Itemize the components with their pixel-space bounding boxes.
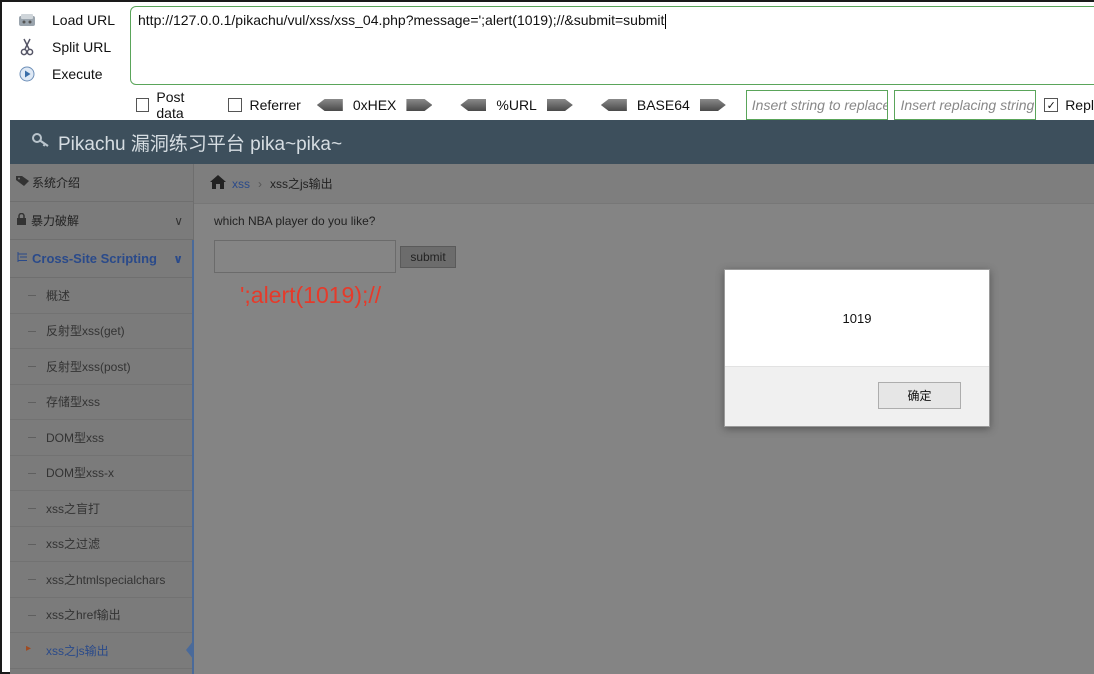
sidebar-subitem[interactable]: DOM型xss bbox=[10, 420, 193, 456]
hex-encoder: 0xHEX bbox=[316, 97, 433, 113]
sidebar-subitem[interactable]: xss之htmlspecialchars bbox=[10, 562, 193, 598]
list-tree-icon bbox=[16, 251, 28, 266]
hex-encode-arrow-icon[interactable] bbox=[406, 99, 433, 111]
sidebar-subitem[interactable]: 反射型xss(get) bbox=[10, 314, 193, 349]
url-enc-label: %URL bbox=[496, 97, 537, 113]
split-url-button[interactable]: Split URL bbox=[16, 33, 126, 60]
alert-dialog: 1019 确定 bbox=[724, 269, 990, 427]
replace-label: Repl bbox=[1065, 97, 1094, 113]
url-textarea[interactable]: http://127.0.0.1/pikachu/vul/xss/xss_04.… bbox=[130, 6, 1094, 85]
url-encode-arrow-icon[interactable] bbox=[546, 99, 573, 111]
post-data-label: Post data bbox=[156, 89, 185, 121]
base64-label: BASE64 bbox=[636, 97, 690, 113]
insert-string-input[interactable]: Insert string to replace bbox=[745, 90, 889, 120]
insert-string-placeholder: Insert string to replace bbox=[751, 97, 889, 113]
sidebar-item-bruteforce[interactable]: 暴力破解 ∨ bbox=[10, 202, 193, 240]
sidebar-item-xss[interactable]: Cross-Site Scripting ∨ bbox=[10, 240, 193, 278]
sidebar-subitem[interactable]: xss之href输出 bbox=[10, 598, 193, 633]
sidebar: 系统介绍 暴力破解 ∨ Cross-Site Scripting ∨ 概述 反射… bbox=[10, 164, 194, 674]
home-icon[interactable] bbox=[210, 175, 226, 192]
sidebar-subitem[interactable]: xss之过滤 bbox=[10, 527, 193, 562]
sidebar-subitem-active[interactable]: xss之js输出 bbox=[10, 633, 193, 669]
replace-checkbox[interactable]: ✓ bbox=[1044, 98, 1059, 112]
chevron-down-icon: ∨ bbox=[174, 214, 183, 228]
referrer-checkbox[interactable] bbox=[228, 98, 243, 112]
load-url-icon bbox=[16, 11, 38, 29]
tag-icon bbox=[16, 175, 30, 190]
xss-submenu: 概述 反射型xss(get) 反射型xss(post) 存储型xss DOM型x… bbox=[10, 278, 193, 669]
breadcrumb-separator: › bbox=[258, 176, 262, 191]
text-caret bbox=[665, 13, 667, 29]
scissors-icon bbox=[16, 38, 38, 56]
url-value: http://127.0.0.1/pikachu/vul/xss/xss_04.… bbox=[138, 12, 665, 28]
hackbar-actions: Load URL Split URL Execute bbox=[16, 6, 126, 87]
load-url-button[interactable]: Load URL bbox=[16, 6, 126, 33]
hex-decode-arrow-icon[interactable] bbox=[316, 99, 343, 111]
app-title[interactable]: Pikachu 漏洞练习平台 pika~pika~ bbox=[58, 129, 342, 156]
sidebar-item-label: Cross-Site Scripting bbox=[32, 251, 157, 266]
message-input[interactable] bbox=[214, 240, 396, 273]
base64-encode-arrow-icon[interactable] bbox=[699, 99, 726, 111]
alert-message: 1019 bbox=[842, 310, 872, 326]
sidebar-item-label: 暴力破解 bbox=[31, 214, 80, 228]
active-item-pointer bbox=[186, 640, 194, 660]
play-icon bbox=[16, 65, 38, 83]
reflected-output: ';alert(1019);// bbox=[240, 282, 382, 308]
split-url-label: Split URL bbox=[52, 38, 112, 55]
hackbar-toolbar: Load URL Split URL Execute http://127.0.… bbox=[2, 2, 1094, 121]
sidebar-subitem[interactable]: 反射型xss(post) bbox=[10, 349, 193, 385]
post-data-option[interactable]: Post data bbox=[136, 89, 212, 121]
app-header: Pikachu 漏洞练习平台 pika~pika~ bbox=[10, 120, 1094, 164]
key-icon bbox=[32, 132, 50, 153]
post-data-checkbox[interactable] bbox=[136, 98, 150, 112]
sidebar-subitem[interactable]: DOM型xss-x bbox=[10, 456, 193, 491]
replace-option[interactable]: ✓ Repl bbox=[1044, 97, 1094, 113]
hex-label: 0xHEX bbox=[352, 97, 397, 113]
referrer-label: Referrer bbox=[249, 97, 301, 113]
referrer-option[interactable]: Referrer bbox=[228, 97, 301, 113]
sidebar-subitem[interactable]: 存储型xss bbox=[10, 385, 193, 420]
execute-label: Execute bbox=[52, 65, 103, 82]
sidebar-subitem[interactable]: xss之盲打 bbox=[10, 491, 193, 527]
lock-icon bbox=[16, 212, 27, 228]
breadcrumb: xss › xss之js输出 bbox=[194, 164, 1094, 204]
url-decode-arrow-icon[interactable] bbox=[460, 99, 487, 111]
hackbar-options-row: Post data Referrer 0xHEX %URL BASE64 Ins… bbox=[136, 89, 1094, 121]
chevron-down-icon: ∨ bbox=[173, 252, 183, 266]
sidebar-subitem[interactable]: 概述 bbox=[10, 278, 193, 314]
submit-button[interactable]: submit bbox=[400, 246, 456, 268]
sidebar-item-intro[interactable]: 系统介绍 bbox=[10, 164, 193, 202]
insert-replacing-input[interactable]: Insert replacing string bbox=[894, 90, 1037, 120]
question-label: which NBA player do you like? bbox=[214, 214, 376, 228]
sidebar-item-label: 系统介绍 bbox=[32, 176, 81, 190]
base64-encoder: BASE64 bbox=[600, 97, 726, 113]
base64-decode-arrow-icon[interactable] bbox=[600, 99, 627, 111]
alert-footer: 确定 bbox=[725, 366, 989, 426]
breadcrumb-current: xss之js输出 bbox=[270, 177, 333, 191]
execute-button[interactable]: Execute bbox=[16, 60, 126, 87]
url-encoder: %URL bbox=[460, 97, 573, 113]
insert-replacing-placeholder: Insert replacing string bbox=[900, 97, 1035, 113]
ok-button[interactable]: 确定 bbox=[878, 382, 961, 409]
breadcrumb-link[interactable]: xss bbox=[232, 177, 250, 191]
load-url-label: Load URL bbox=[52, 11, 116, 28]
